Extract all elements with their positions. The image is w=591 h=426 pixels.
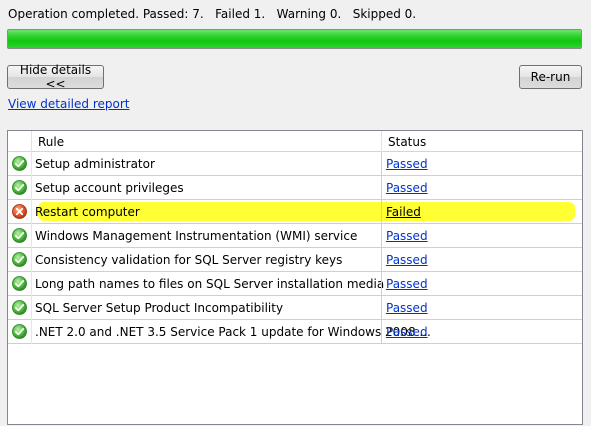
passed-check-icon (12, 300, 27, 315)
table-row[interactable]: Consistency validation for SQL Server re… (8, 248, 582, 272)
rule-name: .NET 2.0 and .NET 3.5 Service Pack 1 upd… (35, 325, 431, 339)
progress-bar-fill (8, 30, 581, 48)
failed-x-icon (12, 204, 27, 219)
column-divider (381, 248, 382, 271)
status-link[interactable]: Passed (386, 181, 428, 195)
table-row[interactable]: Restart computer Failed (8, 200, 582, 224)
rule-name: Consistency validation for SQL Server re… (35, 253, 343, 267)
column-divider (381, 272, 382, 295)
column-divider (381, 320, 382, 343)
passed-check-icon (12, 252, 27, 267)
passed-check-icon (12, 324, 27, 339)
column-divider (381, 224, 382, 247)
table-header: Rule Status (8, 131, 582, 152)
table-row[interactable]: Windows Management Instrumentation (WMI)… (8, 224, 582, 248)
rule-name: Windows Management Instrumentation (WMI)… (35, 229, 358, 243)
status-link[interactable]: Passed (386, 277, 428, 291)
column-header-rule[interactable]: Rule (38, 135, 64, 149)
icon-column-divider (31, 152, 32, 344)
column-divider (381, 176, 382, 199)
column-divider (381, 152, 382, 175)
column-header-status[interactable]: Status (388, 135, 426, 149)
table-row[interactable]: Setup account privileges Passed (8, 176, 582, 200)
progress-bar (7, 29, 582, 49)
rule-name: Setup account privileges (35, 181, 184, 195)
passed-check-icon (12, 276, 27, 291)
header-divider (381, 131, 382, 152)
hide-details-button[interactable]: Hide details << (7, 63, 104, 91)
operation-summary: Operation completed. Passed: 7. Failed 1… (8, 7, 417, 21)
rerun-button[interactable]: Re-run (519, 65, 582, 89)
status-link[interactable]: Failed (386, 205, 421, 219)
table-row[interactable]: SQL Server Setup Product Incompatibility… (8, 296, 582, 320)
column-divider (381, 200, 382, 223)
status-link[interactable]: Passed (386, 157, 428, 171)
view-detailed-report-link[interactable]: View detailed report (8, 97, 129, 111)
rule-name: Setup administrator (35, 157, 155, 171)
column-divider (381, 296, 382, 319)
rule-name: Long path names to files on SQL Server i… (35, 277, 385, 291)
passed-check-icon (12, 228, 27, 243)
table-row[interactable]: Long path names to files on SQL Server i… (8, 272, 582, 296)
status-link[interactable]: Passed (386, 253, 428, 267)
rule-name: SQL Server Setup Product Incompatibility (35, 301, 284, 315)
table-row[interactable]: Setup administrator Passed (8, 152, 582, 176)
status-link[interactable]: Passed (386, 325, 428, 339)
header-divider (31, 131, 32, 152)
rules-table: Rule Status Setup administrator Passed Set… (7, 130, 583, 425)
status-link[interactable]: Passed (386, 229, 428, 243)
table-row[interactable]: .NET 2.0 and .NET 3.5 Service Pack 1 upd… (8, 320, 582, 344)
passed-check-icon (12, 156, 27, 171)
rule-name: Restart computer (35, 205, 140, 219)
passed-check-icon (12, 180, 27, 195)
status-link[interactable]: Passed (386, 301, 428, 315)
